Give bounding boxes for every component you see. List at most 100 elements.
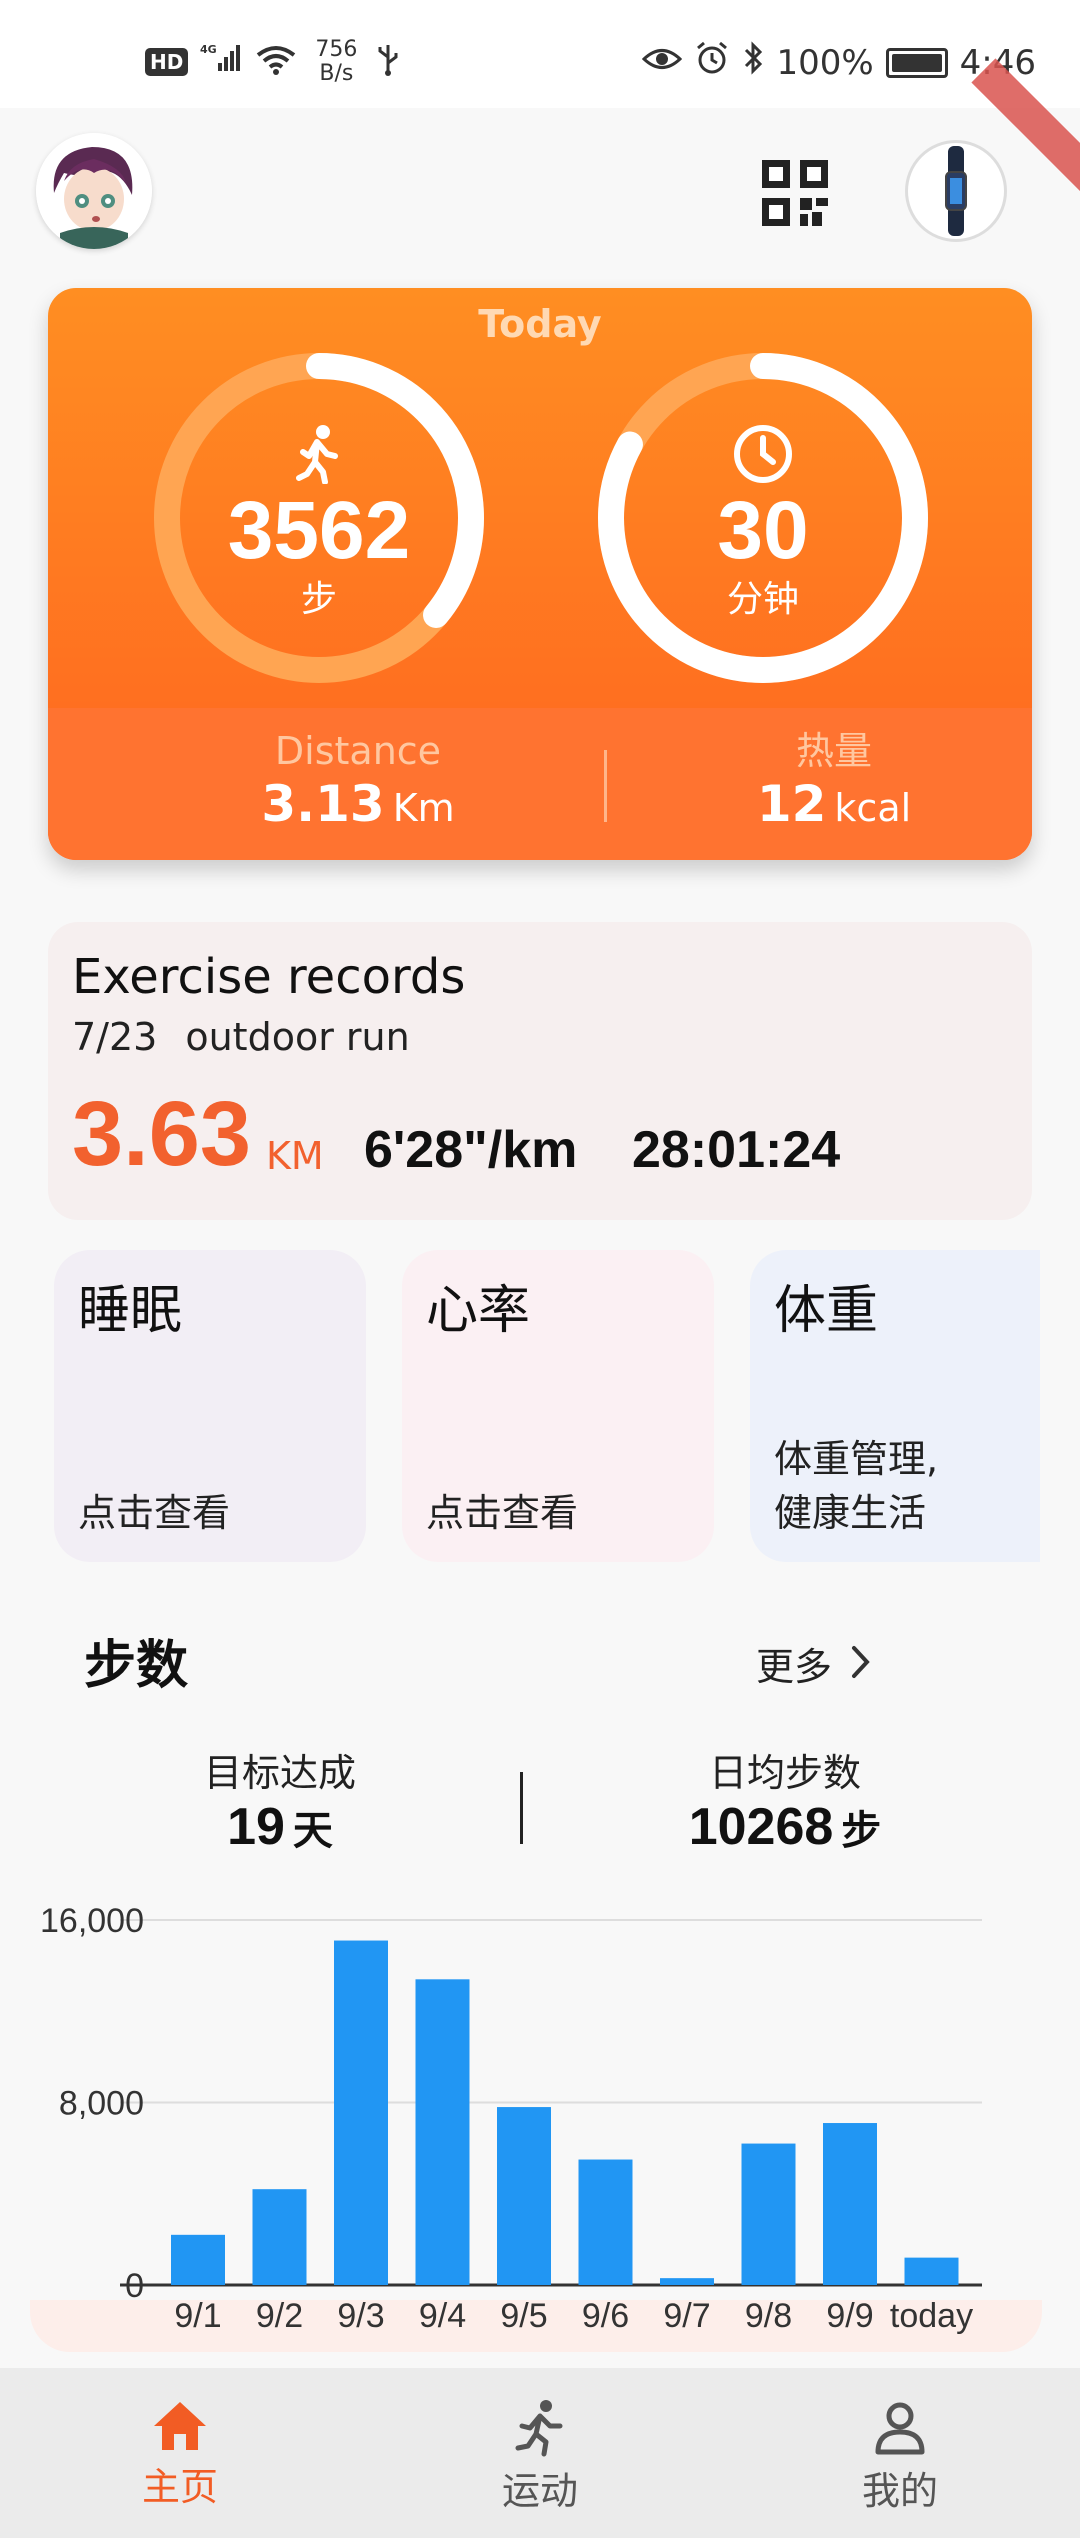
bar-9/3 bbox=[334, 1940, 388, 2285]
nav-me[interactable]: 我的 bbox=[800, 2398, 1000, 2516]
weight-sub-line2: 健康生活 bbox=[774, 1491, 927, 1535]
minutes-ring[interactable]: 30 分钟 bbox=[593, 348, 933, 688]
sleep-card[interactable]: 睡眠 点击查看 bbox=[54, 1250, 366, 1562]
weight-card[interactable]: 体重 体重管理, 健康生活 bbox=[750, 1250, 1040, 1562]
battery-icon bbox=[885, 47, 948, 78]
stats-divider bbox=[520, 1772, 523, 1844]
avg-unit: 步 bbox=[841, 1809, 882, 1853]
signal-icon: 4G bbox=[200, 43, 244, 81]
y-tick-label: 0 bbox=[125, 2267, 144, 2305]
bar-9/1 bbox=[171, 2234, 225, 2285]
heart-rate-title: 心率 bbox=[426, 1281, 531, 1341]
x-tick-label: today bbox=[890, 2297, 973, 2335]
exercise-records-card[interactable]: Exercise records 7/23 outdoor run 3.63 KM… bbox=[48, 922, 1032, 1220]
bar-9/2 bbox=[252, 2189, 307, 2285]
avg-stat: 日均步数 10268 步 bbox=[605, 1750, 965, 1862]
heart-rate-card[interactable]: 心率 点击查看 bbox=[402, 1250, 714, 1562]
summary-divider bbox=[604, 750, 607, 822]
exercise-duration: 28:01:24 bbox=[632, 1121, 841, 1179]
bar-today bbox=[904, 2257, 959, 2285]
bar-9/5 bbox=[497, 2107, 551, 2285]
x-tick-label: 9/1 bbox=[174, 2297, 221, 2335]
avg-value-line: 10268 步 bbox=[605, 1796, 965, 1862]
y-tick-label: 16,000 bbox=[40, 1902, 144, 1940]
x-tick-label: 9/3 bbox=[337, 2297, 384, 2335]
bottom-nav: 主页 运动 我的 bbox=[0, 2368, 1080, 2538]
eye-icon bbox=[642, 43, 683, 83]
weight-title: 体重 bbox=[774, 1281, 879, 1341]
nav-home-label: 主页 bbox=[141, 2465, 218, 2509]
exercise-distance: 3.63 bbox=[72, 1083, 252, 1185]
exercise-date: 7/23 bbox=[72, 1015, 158, 1059]
today-title: Today bbox=[478, 302, 602, 346]
status-left: HD 4G 756 B/s bbox=[145, 38, 400, 86]
net-speed-unit: B/s bbox=[319, 61, 354, 86]
y-tick-label: 8,000 bbox=[59, 2085, 144, 2123]
clock-icon bbox=[733, 424, 793, 484]
more-label: 更多 bbox=[756, 1645, 833, 1689]
battery-percent: 100% bbox=[776, 42, 874, 83]
distance-unit: Km bbox=[392, 786, 455, 830]
calories-value-line: 12 kcal bbox=[674, 774, 994, 838]
signal-label: 4G bbox=[200, 43, 217, 56]
net-speed: 756 B/s bbox=[308, 38, 364, 86]
avg-label: 日均步数 bbox=[708, 1751, 861, 1795]
heart-rate-sub: 点击查看 bbox=[426, 1491, 579, 1535]
steps-ring-content: 3562 步 bbox=[149, 348, 489, 688]
home-icon bbox=[80, 2398, 280, 2454]
nav-sport[interactable]: 运动 bbox=[440, 2398, 640, 2516]
bluetooth-icon bbox=[742, 40, 764, 85]
bar-9/4 bbox=[415, 1979, 470, 2285]
nav-sport-label: 运动 bbox=[501, 2469, 578, 2513]
goal-value: 19 bbox=[227, 1798, 285, 1856]
goal-value-line: 19 天 bbox=[100, 1796, 460, 1862]
usb-icon bbox=[376, 43, 400, 81]
calories-value: 12 bbox=[756, 775, 827, 833]
avg-value: 10268 bbox=[688, 1798, 834, 1856]
bar-9/6 bbox=[578, 2159, 633, 2285]
goal-stat: 目标达成 19 天 bbox=[100, 1750, 460, 1862]
calories-stat: 热量 12 kcal bbox=[674, 728, 994, 838]
status-bar: HD 4G 756 B/s 100% 4:46 bbox=[0, 0, 1080, 108]
nav-me-label: 我的 bbox=[861, 2469, 938, 2513]
watch-device-icon[interactable] bbox=[905, 140, 1007, 242]
weight-sub: 体重管理, 健康生活 bbox=[774, 1432, 938, 1540]
qr-code-icon[interactable] bbox=[762, 160, 828, 226]
steps-bar-chart[interactable]: 16,000 8,000 0 9/1 9/2 9/3 9/4 9/5 9/6 9/7 9/8 9/9 t… bbox=[0, 1880, 1080, 2350]
x-tick-label: 9/8 bbox=[745, 2297, 792, 2335]
goal-label: 目标达成 bbox=[203, 1751, 356, 1795]
more-link[interactable]: 更多 bbox=[756, 1640, 872, 1694]
sleep-title: 睡眠 bbox=[78, 1281, 183, 1341]
distance-label: Distance bbox=[274, 729, 442, 773]
avatar[interactable] bbox=[36, 133, 152, 249]
goal-unit: 天 bbox=[292, 1809, 333, 1853]
chevron-right-icon bbox=[850, 1640, 872, 1694]
x-tick-label: 9/4 bbox=[419, 2297, 466, 2335]
bar-9/9 bbox=[823, 2123, 877, 2285]
hd-badge: HD bbox=[145, 48, 189, 76]
walking-icon bbox=[289, 424, 349, 485]
wifi-icon bbox=[256, 45, 296, 79]
x-tick-label: 9/2 bbox=[256, 2297, 303, 2335]
exercise-distance-unit: KM bbox=[266, 1134, 324, 1178]
steps-value: 3562 bbox=[227, 485, 411, 576]
x-tick-label: 9/9 bbox=[826, 2297, 873, 2335]
distance-stat: Distance 3.13 Km bbox=[198, 728, 518, 838]
bar-9/8 bbox=[741, 2143, 796, 2285]
minutes-value: 30 bbox=[717, 485, 809, 576]
steps-unit: 步 bbox=[300, 579, 337, 620]
alarm-icon bbox=[694, 40, 730, 85]
exercise-type: outdoor run bbox=[185, 1015, 410, 1059]
x-tick-label: 9/7 bbox=[663, 2297, 710, 2335]
steps-section-title: 步数 bbox=[84, 1636, 189, 1696]
x-tick-label: 9/6 bbox=[582, 2297, 629, 2335]
distance-value-line: 3.13 Km bbox=[198, 774, 518, 838]
today-card[interactable]: Today 3562 步 30 分钟 Distance 3.13 Km 热量 1… bbox=[48, 288, 1032, 860]
bar-9/7 bbox=[660, 2278, 714, 2285]
calories-unit: kcal bbox=[834, 786, 912, 830]
steps-ring[interactable]: 3562 步 bbox=[149, 348, 489, 688]
nav-home[interactable]: 主页 bbox=[80, 2398, 280, 2512]
sleep-sub: 点击查看 bbox=[78, 1491, 231, 1535]
battery-level bbox=[891, 53, 942, 72]
minutes-ring-content: 30 分钟 bbox=[593, 348, 933, 688]
